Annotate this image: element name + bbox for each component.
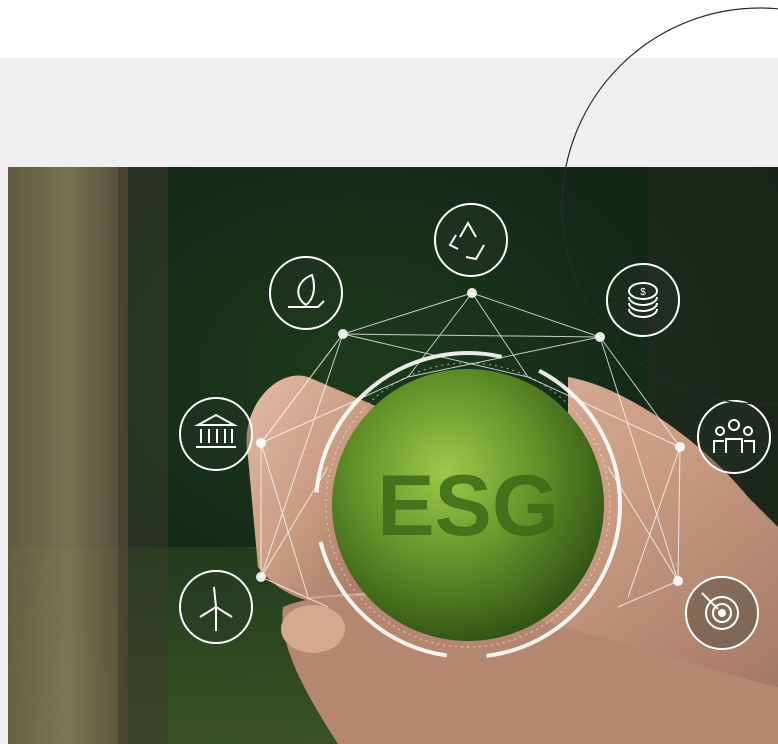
svg-text:$: $ [640, 287, 646, 298]
sphere-label: ESG [377, 458, 559, 554]
wind-turbine-icon [179, 570, 253, 644]
coin-stack-icon: $ [606, 263, 680, 337]
esg-hero-photo: ESG $ [8, 167, 778, 744]
recycle-icon [434, 203, 508, 277]
tree-trunk [8, 167, 128, 744]
bank-building-icon [179, 397, 253, 471]
eco-leaf-hand-icon [269, 256, 343, 330]
page: ESG $ [0, 0, 778, 744]
community-people-icon [697, 400, 771, 474]
target-icon [685, 576, 759, 650]
